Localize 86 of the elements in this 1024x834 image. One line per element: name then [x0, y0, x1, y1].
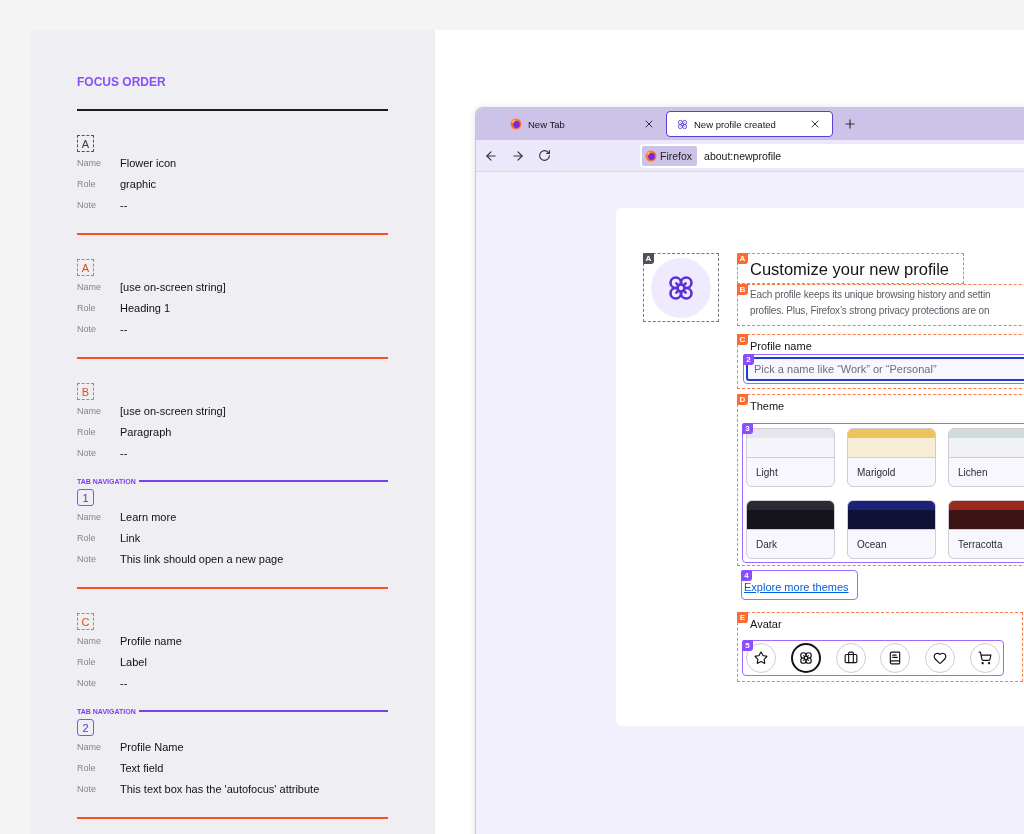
annotation-marker: 2	[743, 354, 754, 365]
field-value: --	[120, 676, 129, 689]
field-value: Flower icon	[120, 156, 178, 169]
field-value: Link	[120, 531, 142, 544]
annotation-marker: 1	[77, 489, 94, 506]
field-label: Role	[77, 532, 97, 543]
flower-icon	[677, 118, 688, 130]
field-value: [use on-screen string]	[120, 404, 227, 417]
field-value: Text field	[120, 761, 165, 774]
field-value: Paragraph	[120, 425, 173, 438]
close-icon[interactable]	[809, 118, 821, 130]
annotation-marker: 2	[77, 719, 94, 736]
field-label: Note	[77, 553, 97, 564]
identity-chip[interactable]: Firefox	[642, 145, 698, 166]
annotation-marker: D	[737, 394, 748, 405]
annotation-marker: B	[737, 284, 748, 295]
field-value: Label	[120, 655, 148, 668]
field-value: Heading 1	[120, 301, 172, 314]
field-value: This link should open a new page	[120, 552, 285, 565]
description-text: Each profile keeps its unique browsing history and settin profiles. Plus, Firefox’s strong privacy protections are on	[750, 288, 991, 318]
plus-icon[interactable]	[843, 117, 857, 131]
close-icon[interactable]	[643, 118, 655, 130]
annotation-marker: 4	[741, 570, 752, 581]
field-label: Role	[77, 656, 97, 667]
explore-themes-link[interactable]: Explore more themes	[744, 581, 849, 593]
field-value: [use on-screen string]	[120, 280, 227, 293]
field-label: Role	[77, 178, 97, 189]
section-label: Theme	[750, 400, 785, 413]
annotation-marker: B	[77, 383, 94, 400]
theme-card[interactable]: Dark	[746, 500, 835, 559]
field-label: Note	[77, 199, 97, 210]
theme-card[interactable]: Terracotta	[948, 500, 1024, 559]
annotation-marker: 3	[742, 423, 753, 434]
field-label: Note	[77, 447, 97, 458]
forward-icon[interactable]	[511, 148, 525, 163]
field-label: Note	[77, 323, 97, 334]
cart-icon	[978, 651, 992, 665]
field-label: Name	[77, 511, 102, 522]
field-label: Note	[77, 783, 97, 794]
section-label: Avatar	[750, 618, 782, 631]
heart-icon	[933, 651, 948, 665]
briefcase-icon	[843, 651, 858, 665]
panel-title: FOCUS ORDER	[77, 75, 167, 89]
field-value: --	[120, 198, 129, 211]
avatar-option[interactable]	[790, 643, 821, 673]
book-icon	[888, 651, 903, 665]
firefox-logo-icon	[510, 118, 522, 130]
annotation-marker: C	[77, 613, 94, 630]
firefox-logo-icon	[645, 149, 657, 162]
field-label: Name	[77, 157, 102, 168]
field-label: Name	[77, 635, 102, 646]
browser-tab[interactable]: New Tab	[490, 111, 666, 137]
address-bar[interactable]: Firefox about:newprofile	[640, 143, 1024, 168]
annotation-marker: A	[77, 259, 94, 276]
annotation-marker: A	[77, 135, 94, 152]
field-label: Role	[77, 426, 97, 437]
url-text: about:newprofile	[704, 149, 782, 162]
annotation-marker: A	[643, 253, 654, 264]
field-label: Profile name	[750, 340, 812, 353]
annotation-marker: A	[737, 253, 748, 264]
field-label: Name	[77, 405, 102, 416]
annotation-marker: E	[737, 612, 748, 623]
theme-card[interactable]: Lichen	[948, 428, 1024, 487]
field-value: graphic	[120, 177, 158, 190]
field-label: Note	[77, 677, 97, 688]
annotation-marker: 5	[742, 640, 753, 651]
theme-card[interactable]: Ocean	[847, 500, 936, 559]
annotation-marker: C	[737, 334, 748, 345]
field-value: Learn more	[120, 510, 178, 523]
field-value: --	[120, 322, 129, 335]
field-value: Profile name	[120, 634, 183, 647]
field-label: Name	[77, 741, 102, 752]
flower-icon	[798, 651, 813, 665]
flower-icon	[667, 273, 695, 302]
field-label: Role	[77, 762, 97, 773]
back-icon[interactable]	[484, 148, 498, 163]
page-heading: Customize your new profile	[750, 259, 949, 280]
field-value: This text box has the 'autofocus' attribute	[120, 782, 321, 795]
browser-tab[interactable]: New profile created	[666, 111, 833, 137]
field-value: --	[120, 446, 129, 459]
field-label: Role	[77, 302, 97, 313]
field-label: Name	[77, 281, 102, 292]
reload-icon[interactable]	[538, 149, 551, 162]
field-value: Profile Name	[120, 740, 185, 753]
theme-card[interactable]: Marigold	[847, 428, 936, 487]
star-icon	[754, 651, 768, 665]
